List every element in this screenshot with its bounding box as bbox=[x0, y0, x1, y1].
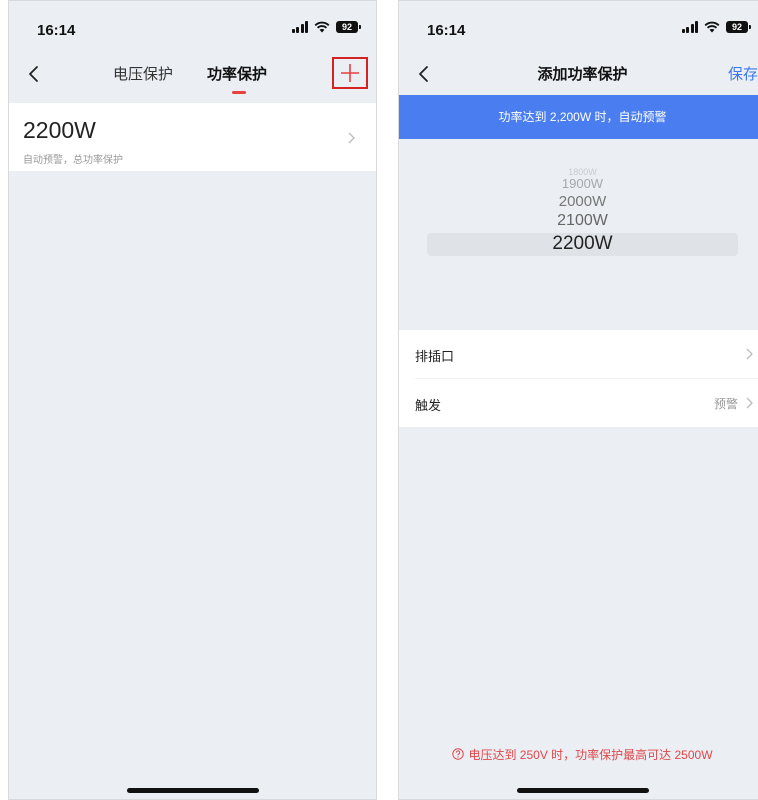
item-subtitle: 自动预警，总功率保护 bbox=[23, 155, 123, 166]
footer-note: 电压达到 250V 时，功率保护最高可达 2500W bbox=[399, 746, 758, 763]
status-bar: 16:14 92 bbox=[9, 1, 376, 51]
phone-screen-add-power-protection: 16:14 92 添加功率保护 保存 功率达到 2,200W 时，自动预警 18… bbox=[398, 0, 758, 800]
tab-power-protection[interactable]: 功率保护 bbox=[207, 63, 267, 84]
battery-icon: 92 bbox=[336, 21, 361, 33]
settings-row-value: 预警 bbox=[713, 397, 738, 411]
phone-screen-power-list: 16:14 92 电压保护 功率保护 2200W 自动预警，总功率保护 bbox=[8, 0, 377, 800]
settings-list: 排插口 触发 预警 bbox=[399, 330, 758, 427]
status-time: 16:14 bbox=[427, 22, 466, 39]
signal-icon bbox=[682, 21, 698, 33]
help-icon bbox=[452, 748, 465, 760]
status-time: 16:14 bbox=[37, 22, 76, 39]
battery-icon: 92 bbox=[726, 21, 751, 33]
plus-icon bbox=[341, 64, 359, 82]
settings-row-trigger[interactable]: 触发 预警 bbox=[399, 379, 758, 427]
threshold-banner: 功率达到 2,200W 时，自动预警 bbox=[399, 95, 758, 139]
settings-row-socket[interactable]: 排插口 bbox=[399, 330, 758, 379]
picker-option: 2000W bbox=[558, 193, 607, 210]
status-bar: 16:14 92 bbox=[399, 1, 758, 51]
chevron-right-icon bbox=[744, 396, 754, 410]
status-icons: 92 bbox=[292, 21, 361, 33]
settings-row-label: 排插口 bbox=[415, 349, 455, 364]
home-indicator bbox=[516, 788, 649, 793]
save-button[interactable]: 保存 bbox=[728, 63, 758, 84]
wifi-icon bbox=[314, 21, 330, 33]
power-picker[interactable]: 1800W 1900W 2000W 2100W 2200W bbox=[399, 161, 758, 281]
page-title: 添加功率保护 bbox=[537, 66, 628, 83]
active-tab-indicator bbox=[232, 91, 246, 94]
chevron-right-icon bbox=[346, 131, 356, 145]
tab-voltage-protection[interactable]: 电压保护 bbox=[113, 63, 173, 84]
home-indicator bbox=[126, 788, 259, 793]
footer-note-text: 电压达到 250V 时，功率保护最高可达 2500W bbox=[468, 748, 713, 762]
wifi-icon bbox=[704, 21, 720, 33]
nav-bar: 电压保护 功率保护 bbox=[9, 53, 376, 97]
power-protection-item[interactable]: 2200W 自动预警，总功率保护 bbox=[9, 103, 376, 171]
item-title: 2200W bbox=[23, 117, 96, 143]
picker-selected-value: 2200W bbox=[552, 233, 613, 254]
picker-option: 2100W bbox=[557, 212, 608, 229]
chevron-right-icon bbox=[744, 347, 754, 361]
back-icon[interactable] bbox=[19, 59, 49, 89]
signal-icon bbox=[292, 21, 308, 33]
picker-option: 1900W bbox=[561, 176, 604, 191]
add-button[interactable] bbox=[332, 57, 368, 89]
status-icons: 92 bbox=[682, 21, 751, 33]
settings-row-label: 触发 bbox=[415, 398, 442, 413]
nav-bar: 添加功率保护 保存 bbox=[399, 53, 758, 97]
